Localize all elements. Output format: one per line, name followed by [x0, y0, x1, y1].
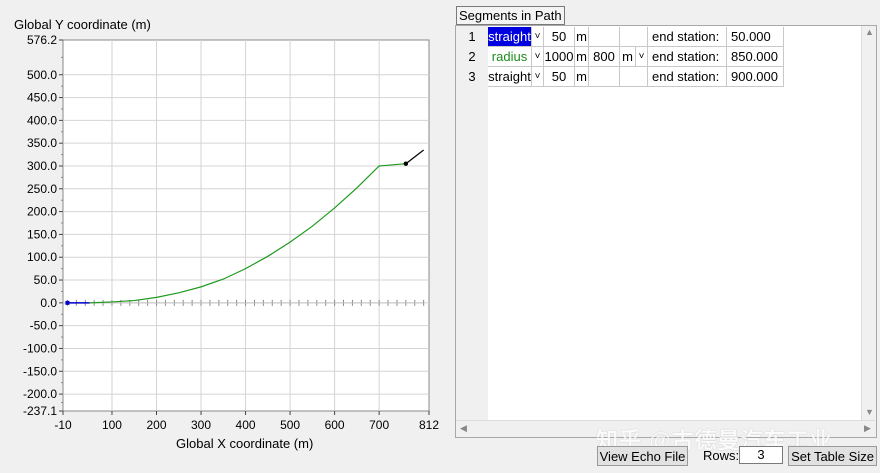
segments-title: Segments in Path [456, 6, 565, 25]
x-tick-label: 812 [419, 418, 439, 432]
radius-unit-cell [620, 67, 648, 87]
y-tick-label: 450.0 [27, 91, 57, 105]
scroll-up-icon[interactable]: ▲ [865, 27, 874, 37]
length-unit-cell: m [575, 47, 589, 67]
path-end-marker [403, 161, 409, 166]
scroll-left-icon[interactable]: ◀ [460, 423, 467, 434]
x-tick-label: 600 [325, 418, 345, 432]
y-tick-label: 576.2 [27, 33, 57, 47]
end-station-label: end station: [648, 27, 727, 47]
x-tick-label: 200 [146, 418, 166, 432]
chevron-down-icon[interactable]: ˅ [532, 67, 544, 87]
length-unit-cell: m [575, 67, 589, 87]
chevron-down-icon[interactable]: ˅ [532, 27, 544, 47]
segment-type-cell[interactable]: straight [488, 27, 532, 47]
plot-area: Global Y coordinate (m) 576.2 500.0 450.0 4… [0, 0, 450, 473]
y-tick-label: -50.0 [30, 319, 58, 333]
y-tick-label: -237.1 [23, 404, 57, 418]
view-echo-file-button[interactable]: View Echo File [597, 446, 688, 466]
y-tick-label: 150.0 [27, 227, 57, 241]
y-tick-label: 350.0 [27, 136, 57, 150]
radius-unit-cell: m [620, 47, 636, 67]
length-unit-cell: m [575, 27, 589, 47]
table-grid: straight ˅ 50 m end station: 50.000 radi… [488, 26, 861, 420]
segments-table: 1 2 3 straight ˅ 50 m end station: 50.00… [455, 25, 877, 438]
chevron-down-icon[interactable]: ˅ [532, 47, 544, 67]
x-tick-label: 700 [369, 418, 389, 432]
row-number: 3 [468, 69, 476, 84]
row-number: 2 [468, 49, 476, 64]
end-station-value: 50.000 [727, 27, 784, 47]
y-tick-label: 0.0 [40, 296, 57, 310]
y-tick-label: 100.0 [27, 250, 57, 264]
x-tick-label: 300 [191, 418, 211, 432]
set-table-size-button[interactable]: Set Table Size [788, 446, 877, 466]
x-tick-label: 500 [280, 418, 300, 432]
segment-type-cell[interactable]: radius [488, 47, 532, 67]
end-station-value: 900.000 [727, 67, 784, 87]
rows-input[interactable]: 3 [739, 446, 783, 464]
scroll-down-icon[interactable]: ▼ [865, 407, 874, 417]
y-tick-label: -200.0 [23, 387, 57, 401]
vertical-scrollbar[interactable]: ▲ ▼ [861, 26, 876, 420]
y-tick-label: 500.0 [27, 68, 57, 82]
path-start-marker [65, 300, 70, 305]
radius-unit-cell [620, 27, 648, 47]
plot-svg: 576.2 500.0 450.0 400.0 350.0 300.0 250.0 200.0… [23, 33, 439, 432]
y-tick-label: -100.0 [23, 341, 57, 355]
y-tick-label: -150.0 [23, 364, 57, 378]
length-cell[interactable]: 50 [544, 67, 575, 87]
y-tick-label: 50.0 [34, 273, 58, 287]
radius-cell[interactable] [589, 67, 620, 87]
scroll-right-icon[interactable]: ▶ [864, 423, 871, 434]
end-station-value: 850.000 [727, 47, 784, 67]
x-tick-label: 100 [102, 418, 122, 432]
x-axis-title: Global X coordinate (m) [176, 436, 314, 451]
end-station-label: end station: [648, 67, 727, 87]
length-cell[interactable]: 1000 [544, 47, 575, 67]
row-number: 1 [468, 29, 476, 44]
radius-cell[interactable]: 800 [589, 47, 620, 67]
x-tick-label: -10 [54, 418, 72, 432]
y-tick-label: 400.0 [27, 113, 57, 127]
length-cell[interactable]: 50 [544, 27, 575, 47]
y-tick-label: 250.0 [27, 182, 57, 196]
end-station-label: end station: [648, 47, 727, 67]
radius-cell[interactable] [589, 27, 620, 47]
row-number-column: 1 2 3 [456, 26, 488, 420]
x-tick-label: 400 [236, 418, 256, 432]
y-tick-label: 300.0 [27, 159, 57, 173]
rows-label: Rows: [703, 448, 740, 463]
segment-type-cell[interactable]: straight [488, 67, 532, 87]
chevron-down-icon[interactable]: ˅ [636, 47, 648, 67]
y-tick-label: 200.0 [27, 205, 57, 219]
